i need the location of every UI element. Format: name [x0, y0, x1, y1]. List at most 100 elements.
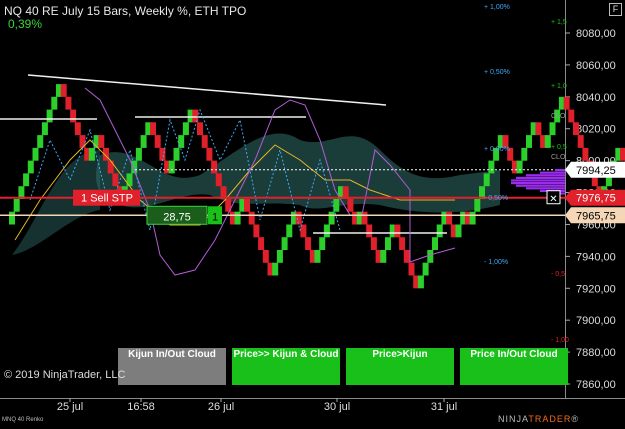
- price-in-out-cloud-button[interactable]: Price In/Out Cloud: [460, 348, 568, 385]
- renko-brick: [244, 198, 250, 212]
- price-above-kijun-button[interactable]: Price>Kijun: [346, 348, 454, 385]
- renko-brick: [535, 122, 542, 136]
- x-tick-label: 26 jul: [208, 401, 234, 413]
- renko-brick: [399, 237, 406, 250]
- ninjatrader-logo: NINJATRADER®: [498, 414, 579, 424]
- renko-brick: [328, 211, 335, 225]
- renko-brick: [347, 198, 354, 212]
- renko-brick: [65, 96, 72, 110]
- renko-brick: [521, 147, 528, 161]
- y-tick-label: 8080,00: [576, 28, 616, 40]
- right-scale-label: + 1,0: [551, 83, 567, 90]
- x-tick-label: 25 jul: [57, 401, 83, 413]
- y-tick-label: 7880,00: [576, 347, 616, 359]
- renko-brick: [620, 147, 625, 161]
- renko-brick: [154, 135, 161, 148]
- x-tick-label: 31 jul: [431, 401, 457, 413]
- renko-brick: [408, 262, 415, 276]
- renko-brick: [168, 160, 175, 174]
- renko-brick: [417, 275, 424, 289]
- renko-brick: [582, 147, 589, 161]
- percent-level-label: + 0,50%: [484, 69, 510, 76]
- renko-brick: [98, 135, 105, 148]
- x-tick-label: 30 jul: [324, 401, 350, 413]
- percent-level-label: - 0,50%: [484, 195, 508, 202]
- renko-brick: [182, 122, 189, 136]
- percent-level-label: - 1,00%: [484, 259, 508, 266]
- renko-brick: [253, 224, 260, 238]
- renko-brick: [568, 109, 575, 123]
- percent-level-label: + 1,00%: [484, 4, 510, 11]
- renko-brick: [516, 160, 523, 174]
- tpo-profile-bar: [526, 187, 565, 190]
- renko-brick: [13, 198, 20, 212]
- x-tick-label: 16:58: [127, 401, 155, 413]
- renko-brick: [41, 122, 48, 136]
- float-button[interactable]: F: [609, 3, 622, 16]
- tpo-profile-bar: [511, 179, 565, 182]
- price-kijun-cloud-button[interactable]: Price>> Kijun & Cloud: [232, 348, 340, 385]
- renko-brick: [192, 109, 199, 123]
- right-scale-label: CLO: [551, 154, 566, 161]
- renko-brick: [37, 135, 44, 148]
- renko-brick: [422, 262, 429, 276]
- logo-suffix: TRADER: [528, 414, 572, 424]
- tpo-profile-bar: [540, 171, 565, 174]
- renko-brick: [488, 160, 495, 174]
- renko-brick: [314, 250, 321, 263]
- y-tick-label: 7920,00: [576, 283, 616, 295]
- close-icon: ✕: [549, 194, 557, 205]
- renko-brick: [126, 173, 133, 187]
- price-marker-label: 7965,75: [576, 210, 616, 222]
- renko-brick: [258, 237, 265, 250]
- renko-brick: [432, 237, 438, 250]
- renko-brick: [262, 250, 269, 263]
- tpo-profile-bar: [511, 182, 565, 185]
- renko-brick: [23, 173, 30, 187]
- renko-brick: [380, 250, 387, 263]
- tpo-profile-bar: [516, 176, 565, 179]
- renko-brick: [9, 211, 15, 225]
- copyright-text: © 2019 NinjaTrader, LLC: [4, 369, 126, 381]
- y-tick-label: 7900,00: [576, 315, 616, 327]
- renko-brick: [474, 198, 481, 212]
- logo-mark: ®: [571, 414, 579, 424]
- renko-brick: [455, 224, 462, 238]
- renko-brick: [469, 211, 476, 225]
- renko-brick: [323, 224, 330, 238]
- renko-brick: [394, 224, 401, 238]
- renko-brick: [159, 147, 166, 161]
- renko-brick: [178, 135, 185, 148]
- renko-brick: [211, 160, 218, 174]
- renko-brick: [173, 147, 180, 161]
- renko-brick: [286, 224, 293, 238]
- renko-brick: [140, 135, 147, 148]
- renko-brick: [403, 250, 410, 263]
- target-pnl-label: 28,75: [163, 211, 191, 223]
- percent-level-label: + 0,00%: [484, 146, 510, 153]
- y-tick-label: 7940,00: [576, 251, 616, 263]
- right-scale-label: - 1,00: [551, 337, 569, 344]
- renko-brick: [88, 147, 95, 161]
- renko-brick: [427, 250, 434, 263]
- right-scale-label: - 0,5: [551, 271, 565, 278]
- y-tick-label: 8060,00: [576, 60, 616, 72]
- renko-brick: [366, 224, 373, 238]
- logo-prefix: NINJA: [498, 414, 529, 424]
- renko-brick: [197, 122, 203, 136]
- renko-brick: [46, 109, 53, 123]
- renko-brick: [573, 122, 579, 136]
- right-scale-label: + 0,5: [551, 144, 567, 151]
- renko-brick: [563, 96, 570, 110]
- renko-brick: [201, 135, 208, 148]
- kijun-in-out-cloud-button[interactable]: Kijun In/Out Cloud: [118, 348, 226, 385]
- sell-stop-label: 1 Sell STP: [81, 193, 133, 205]
- renko-brick: [70, 109, 77, 123]
- instrument-label: MNQ 40 Renko: [2, 417, 44, 423]
- renko-brick: [577, 135, 584, 148]
- y-tick-label: 7860,00: [576, 379, 616, 391]
- renko-brick: [544, 135, 551, 148]
- y-tick-label: 8040,00: [576, 92, 616, 104]
- renko-brick: [483, 173, 490, 187]
- renko-brick: [32, 147, 39, 161]
